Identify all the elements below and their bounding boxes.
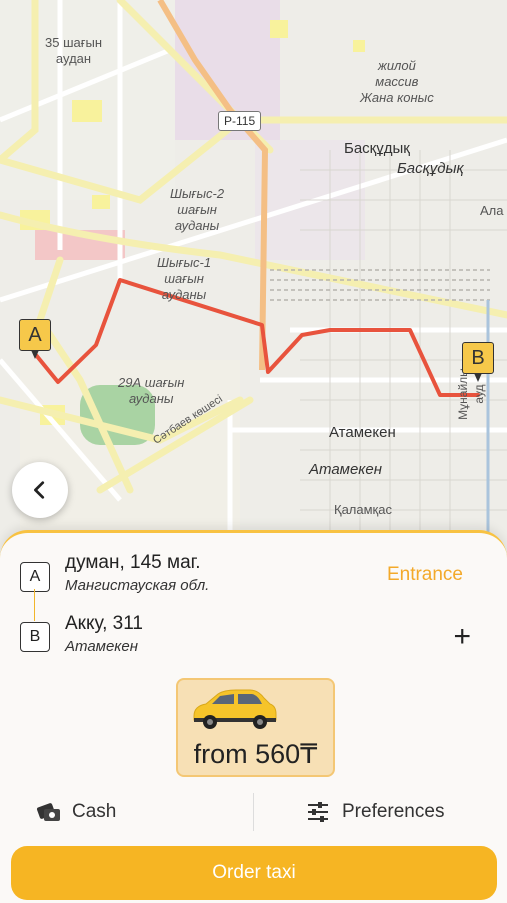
back-button[interactable] bbox=[12, 462, 68, 518]
payment-label: Cash bbox=[72, 801, 117, 822]
from-letter-badge: A bbox=[20, 562, 50, 592]
add-stop-button[interactable]: + bbox=[453, 622, 471, 652]
road-shield-p115: Р-115 bbox=[218, 111, 262, 131]
map-label-ala: Ала bbox=[480, 203, 504, 218]
map-label-district-29a: 29А шағын ауданы bbox=[118, 375, 185, 406]
map-label-zhiloy: жилой массив Жана коныс bbox=[360, 58, 434, 105]
preferences-label: Preferences bbox=[342, 801, 445, 822]
order-taxi-button[interactable]: Order taxi bbox=[11, 846, 497, 900]
from-address-subtitle: Мангистауская обл. bbox=[65, 577, 210, 594]
pin-a[interactable]: A bbox=[19, 319, 51, 359]
map-label-baskuduk-italic: Басқұдық bbox=[397, 160, 464, 177]
tariff-price: from 560₸ bbox=[193, 739, 318, 769]
chevron-left-icon bbox=[34, 481, 45, 499]
sliders-icon bbox=[308, 802, 328, 822]
map-label-baskuduk: Басқұдық bbox=[344, 140, 410, 157]
from-address[interactable]: думан, 145 маг. bbox=[65, 552, 201, 574]
preferences-button[interactable]: Preferences bbox=[306, 798, 444, 826]
entrance-button[interactable]: Entrance bbox=[387, 564, 463, 586]
map-label-munaily: Мұнайлы ауд bbox=[456, 368, 486, 420]
cash-icon bbox=[36, 803, 60, 821]
map-label-shygys1: Шығыс-1 шағын ауданы bbox=[157, 255, 212, 302]
map-label-district-35: 35 шағын аудан bbox=[45, 35, 102, 66]
divider bbox=[253, 793, 254, 831]
map-label-atameken: Атамекен bbox=[329, 424, 396, 441]
order-taxi-label: Order taxi bbox=[212, 862, 296, 883]
map-view[interactable]: 35 шағын аудан жилой массив Жана коныс Р… bbox=[0, 0, 507, 560]
pin-b[interactable]: B bbox=[462, 342, 494, 382]
car-icon bbox=[193, 689, 277, 729]
map-label-shygys2: Шығыс-2 шағын ауданы bbox=[170, 186, 225, 233]
map-label-atameken-italic: Атамекен bbox=[309, 461, 382, 478]
plus-icon: + bbox=[453, 620, 471, 653]
to-address-subtitle: Атамекен bbox=[65, 638, 138, 655]
tariff-card[interactable]: from 560₸ bbox=[176, 678, 335, 777]
payment-method-button[interactable]: Cash bbox=[36, 798, 116, 826]
to-letter-badge: B bbox=[20, 622, 50, 652]
to-address[interactable]: Акку, 311 bbox=[65, 613, 143, 635]
route-connector bbox=[34, 589, 35, 621]
map-label-kalamkas: Қаламқас bbox=[334, 502, 392, 517]
